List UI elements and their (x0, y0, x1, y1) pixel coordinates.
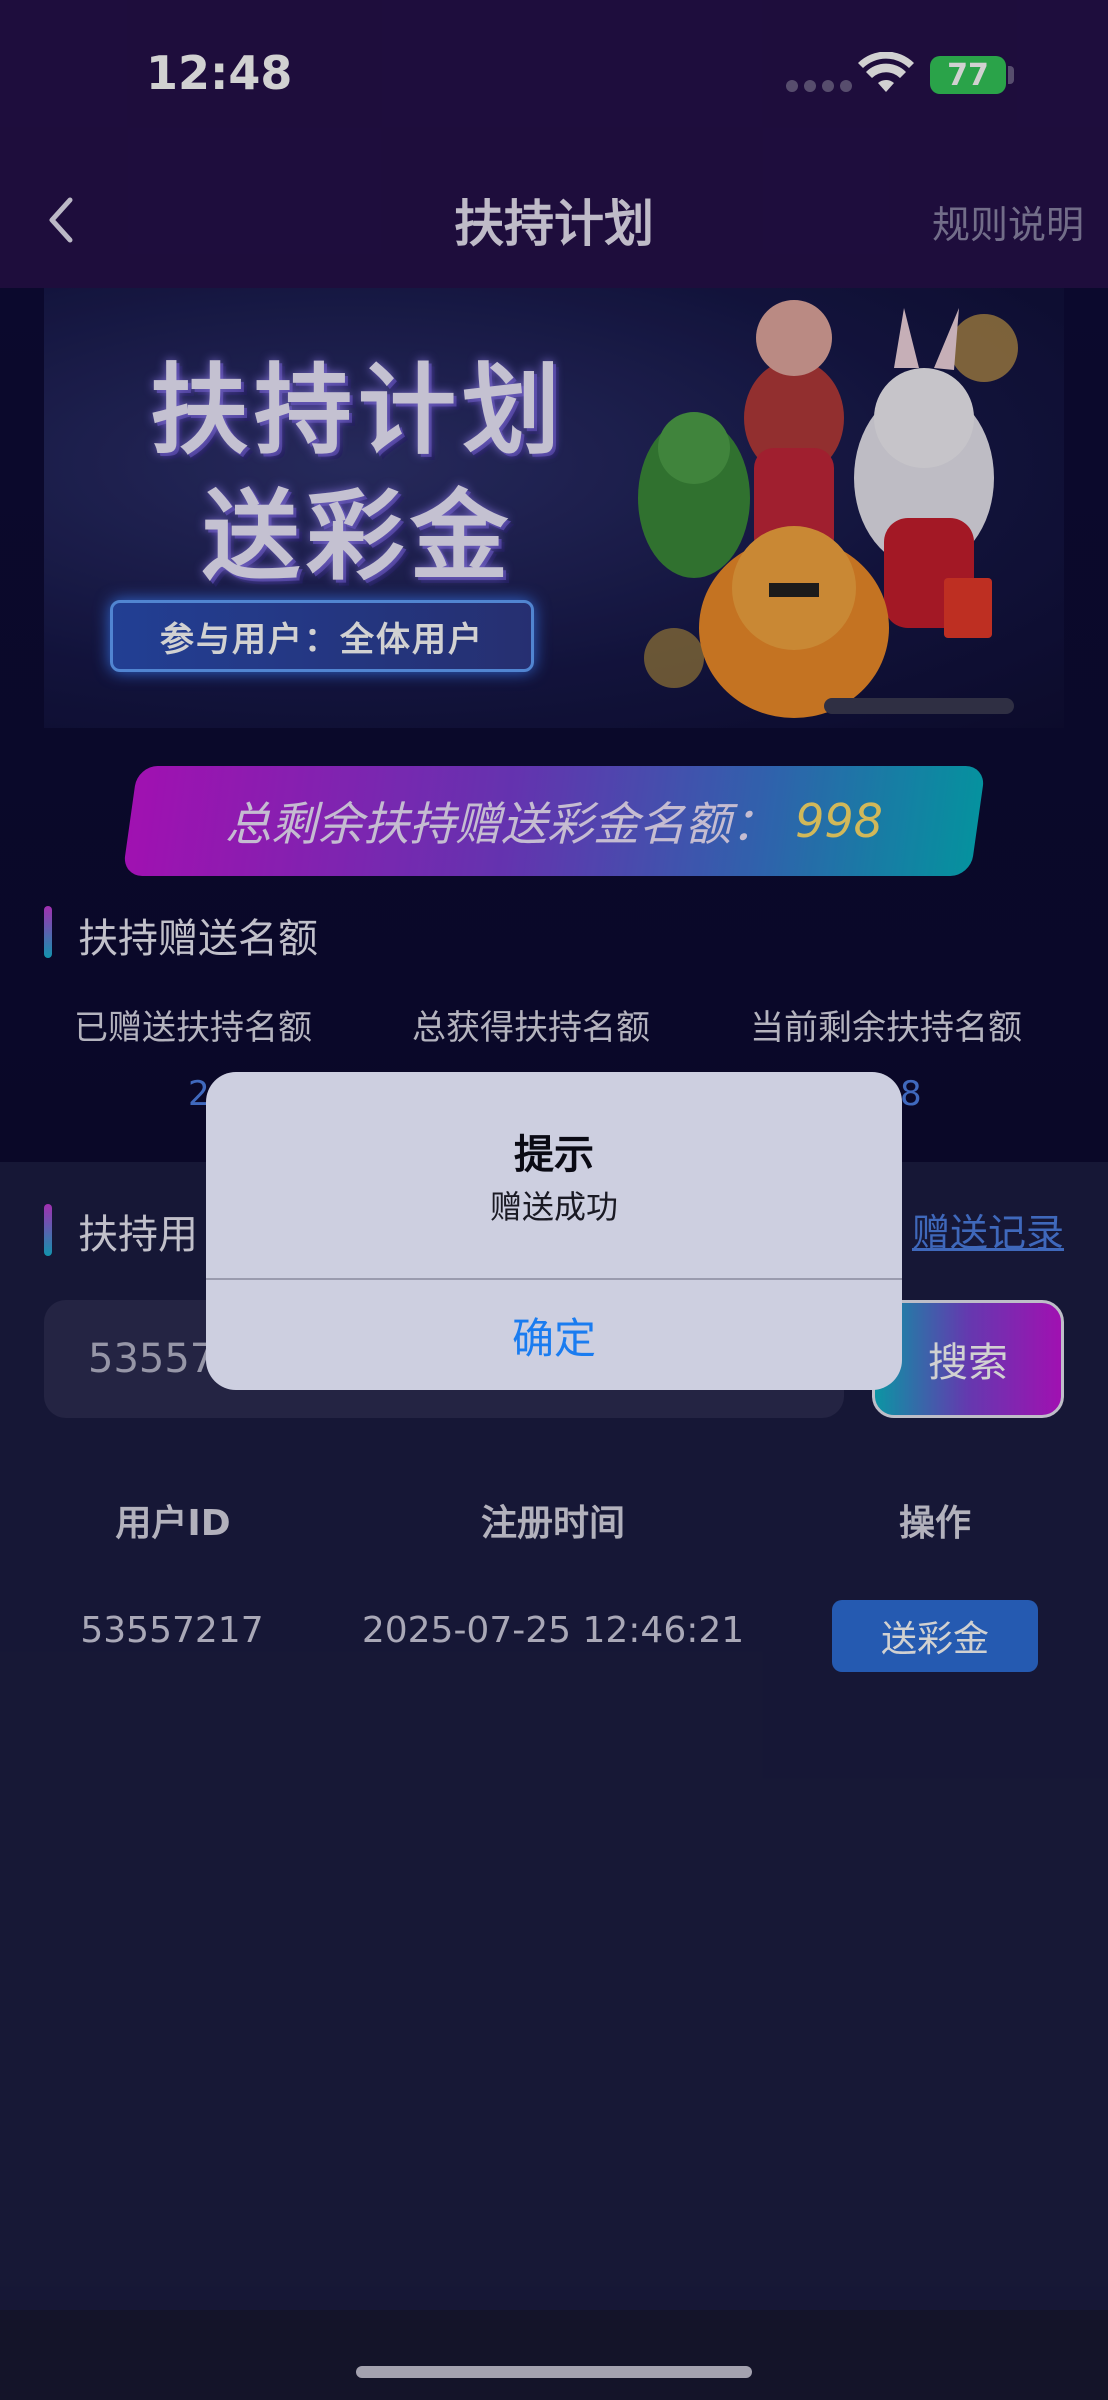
alert-message: 赠送成功 (489, 1188, 618, 1226)
alert-title: 提示 (514, 1132, 594, 1178)
alert-confirm-button[interactable]: 确定 (206, 1280, 902, 1390)
success-alert-dialog: 提示 赠送成功 确定 (206, 1072, 902, 1390)
